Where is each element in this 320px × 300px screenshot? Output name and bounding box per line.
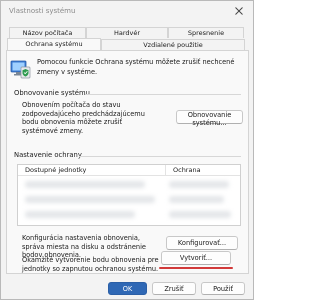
column-protection[interactable]: Ochrana <box>173 165 201 175</box>
system-protection-icon <box>10 58 32 80</box>
system-properties-dialog: Vlastnosti systému Názov počítača Hardvé… <box>0 0 254 300</box>
configure-button[interactable]: Konfigurovať... <box>166 236 238 250</box>
title-bar: Vlastnosti systému <box>1 1 253 23</box>
tab-computer-name[interactable]: Názov počítača <box>9 27 86 38</box>
create-restore-point-button[interactable]: Vytvoriť... <box>161 251 231 265</box>
drive-row[interactable] <box>19 210 239 220</box>
intro-text: Pomocou funkcie Ochrana systému môžete z… <box>37 58 235 76</box>
system-restore-button[interactable]: Obnovovanie systému... <box>176 110 243 127</box>
window-title: Vlastnosti systému <box>9 7 76 15</box>
protection-section-divider <box>79 156 241 157</box>
create-description: Okamžité vytvorenie bodu obnovenia pre j… <box>22 256 159 273</box>
ok-button[interactable]: OK <box>108 282 147 295</box>
column-available-drives[interactable]: Dostupné jednotky <box>25 165 86 175</box>
column-divider <box>165 165 166 176</box>
protection-section-title: Nastavenie ochrany <box>14 151 82 159</box>
highlight-underline <box>159 267 233 269</box>
restore-section-divider <box>85 94 241 95</box>
close-icon[interactable] <box>232 4 246 18</box>
drives-list[interactable]: Dostupné jednotky Ochrana <box>17 164 241 226</box>
drives-list-header: Dostupné jednotky Ochrana <box>18 165 240 176</box>
tab-remote[interactable]: Vzdialené použitie <box>101 39 245 50</box>
drive-row[interactable] <box>19 195 239 205</box>
restore-description: Obnovením počítača do stavu zodpovedajúc… <box>22 101 145 135</box>
tab-hardware[interactable]: Hardvér <box>86 27 168 38</box>
tab-advanced[interactable]: Spresnenie <box>168 27 244 38</box>
cancel-button[interactable]: Zrušiť <box>152 282 196 295</box>
tab-system-protection[interactable]: Ochrana systému <box>7 38 101 50</box>
apply-button[interactable]: Použiť <box>201 282 245 295</box>
restore-section-title: Obnovovanie systému <box>14 89 90 97</box>
drive-row[interactable] <box>19 180 239 190</box>
